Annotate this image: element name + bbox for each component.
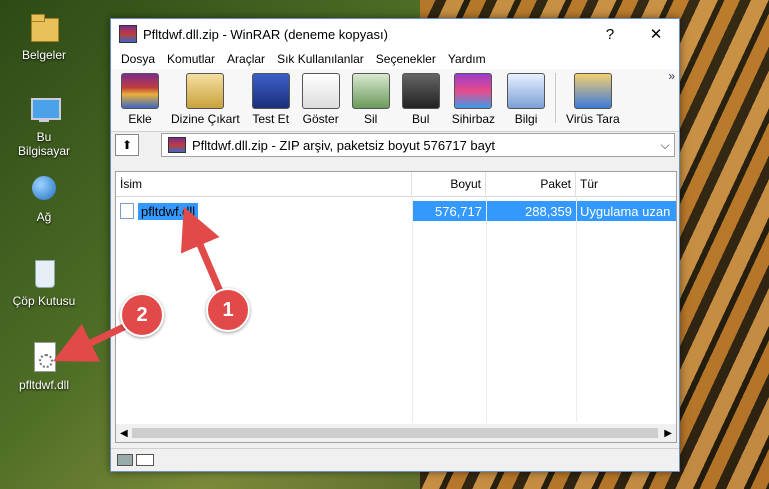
arrow-to-file-row bbox=[180, 206, 226, 298]
arrow-to-desktop-dll bbox=[53, 321, 130, 362]
annotation-badge-2: 2 bbox=[120, 293, 164, 337]
annotation-badge-1: 1 bbox=[206, 288, 250, 332]
annotation-arrows bbox=[53, 206, 226, 362]
